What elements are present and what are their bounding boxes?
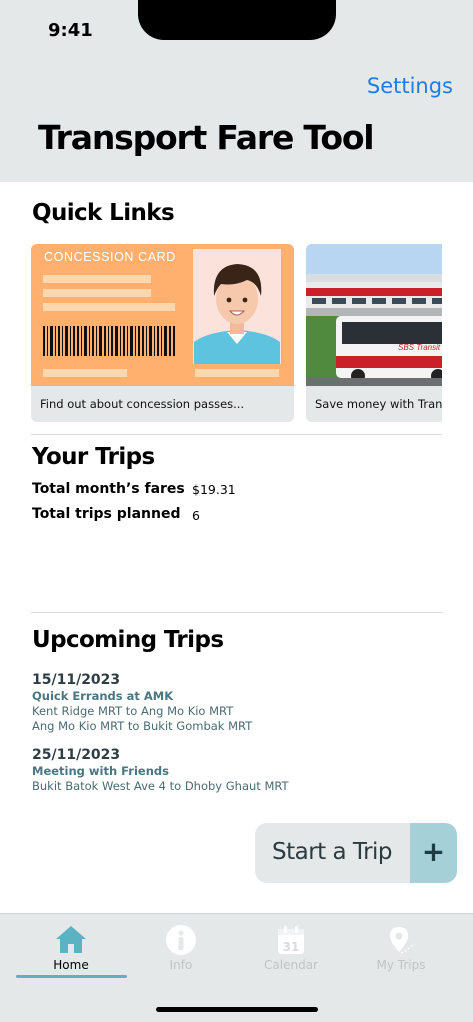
calendar-icon: 31: [275, 924, 307, 956]
info-icon: [165, 924, 197, 956]
upcoming-trips-title: Upcoming Trips: [32, 627, 224, 653]
tab-label: Calendar: [264, 958, 318, 972]
tab-home[interactable]: Home: [16, 914, 126, 984]
settings-link[interactable]: Settings: [367, 74, 453, 98]
tab-my-trips[interactable]: My Trips: [346, 914, 456, 984]
start-trip-button[interactable]: Start a Trip +: [255, 823, 457, 883]
start-trip-label: Start a Trip: [272, 839, 393, 865]
transit-photo-illustration: SBS Transit: [306, 244, 442, 386]
concession-card-illustration: CONCESSION CARD: [31, 244, 294, 386]
trip-route: Bukit Batok West Ave 4 to Dhoby Ghaut MR…: [32, 779, 289, 793]
page-title: Transport Fare Tool: [38, 118, 375, 157]
trip-name: Quick Errands at AMK: [32, 689, 174, 703]
your-trips-title: Your Trips: [32, 444, 155, 470]
bottom-tab-bar: Home Info 31 Calendar My Trips: [0, 913, 473, 1022]
trip-date: 25/11/2023: [32, 747, 121, 763]
total-trips-value: 6: [192, 508, 200, 523]
tab-label: Home: [53, 958, 89, 972]
active-tab-indicator: [16, 975, 127, 978]
app-header: 9:41 Settings Transport Fare Tool: [0, 0, 473, 182]
status-bar-time: 9:41: [48, 20, 93, 41]
home-indicator[interactable]: [156, 1007, 318, 1012]
total-trips-label: Total trips planned: [32, 506, 181, 522]
transit-photo-text: SBS Transit: [398, 343, 441, 352]
tab-label: Info: [169, 958, 193, 972]
map-pin-icon: [385, 924, 417, 956]
trip-route: Ang Mo Kio MRT to Bukit Gombak MRT: [32, 719, 253, 733]
quick-links-carousel[interactable]: CONCESSION CARD Find out about concessio…: [31, 244, 442, 422]
section-divider: [31, 434, 442, 435]
quick-links-title: Quick Links: [32, 200, 175, 226]
tab-calendar[interactable]: 31 Calendar: [236, 914, 346, 984]
card-art-text: CONCESSION CARD: [44, 250, 176, 264]
quick-link-caption: Find out about concession passes...: [40, 397, 245, 411]
quick-link-card-concession[interactable]: CONCESSION CARD Find out about concessio…: [31, 244, 294, 422]
total-fares-label: Total month’s fares: [32, 481, 185, 497]
quick-link-caption: Save money with Transit: [315, 397, 442, 411]
total-fares-value: $19.31: [192, 482, 236, 497]
section-divider: [31, 612, 442, 613]
tab-info[interactable]: Info: [126, 914, 236, 984]
calendar-icon-text: 31: [283, 940, 300, 954]
plus-icon: +: [410, 823, 457, 883]
trip-route: Kent Ridge MRT to Ang Mo Kio MRT: [32, 704, 234, 718]
device-notch: [138, 0, 336, 40]
trip-date: 15/11/2023: [32, 672, 121, 688]
tab-label: My Trips: [376, 958, 426, 972]
trip-name: Meeting with Friends: [32, 764, 169, 778]
home-icon: [55, 924, 87, 956]
quick-link-card-transit[interactable]: SBS Transit Save money with Transit: [306, 244, 442, 422]
